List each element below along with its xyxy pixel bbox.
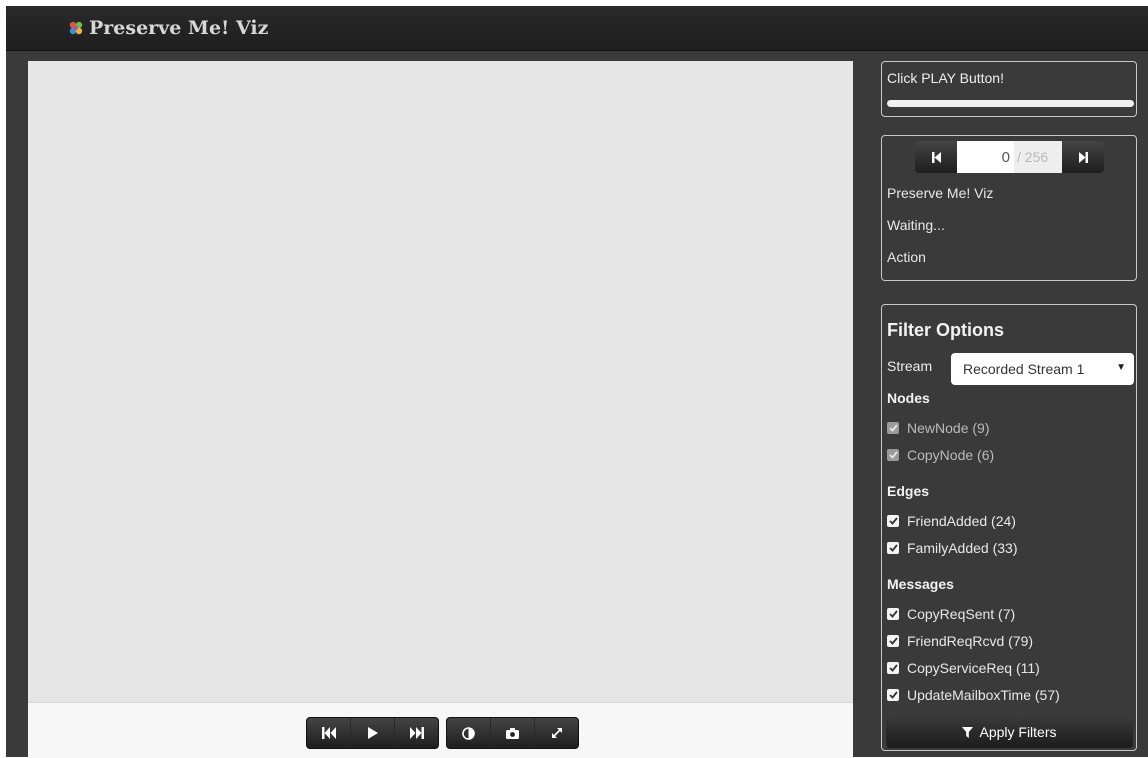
filter-label: CopyReqSent (7) xyxy=(907,606,1016,622)
filter-checkbox-item[interactable]: FriendAdded (24) xyxy=(887,512,1016,530)
checkmark-icon xyxy=(888,637,898,645)
status-message: Click PLAY Button! xyxy=(887,70,1004,86)
brand[interactable]: Preserve Me! Viz xyxy=(67,15,268,41)
section-edges: Edges xyxy=(887,483,930,499)
skip-to-start-button[interactable] xyxy=(307,718,350,748)
app-title: Preserve Me! Viz xyxy=(89,17,269,39)
filter-checkbox-item[interactable]: CopyServiceReq (11) xyxy=(887,659,1040,677)
checkbox[interactable] xyxy=(887,515,899,527)
filter-label: UpdateMailboxTime (57) xyxy=(907,687,1060,703)
step-navigator: / 256 xyxy=(915,141,1104,173)
filter-checkbox-item[interactable]: FriendReqRcvd (79) xyxy=(887,632,1033,650)
checkmark-icon xyxy=(888,424,898,432)
skip-to-end-icon xyxy=(409,727,424,739)
navbar: Preserve Me! Viz xyxy=(6,6,1148,51)
view-button-group xyxy=(446,717,579,749)
fullscreen-button[interactable] xyxy=(534,718,578,748)
screenshot-button[interactable] xyxy=(490,718,534,748)
playback-controls-bar xyxy=(28,702,853,758)
checkmark-icon xyxy=(888,451,898,459)
filter-checkbox-item: CopyNode (6) xyxy=(887,446,994,464)
stream-label: Stream xyxy=(887,358,933,374)
camera-icon xyxy=(506,727,519,739)
visualization-canvas[interactable] xyxy=(28,61,853,702)
checkmark-icon xyxy=(888,664,898,672)
filter-panel: Filter Options Stream Recorded Stream 1 … xyxy=(881,304,1137,751)
step-forward-button[interactable] xyxy=(1062,141,1104,173)
skip-to-start-icon xyxy=(321,727,336,739)
filter-checkbox-item[interactable]: CopyReqSent (7) xyxy=(887,605,1015,623)
playback-button-group xyxy=(306,717,439,749)
fullscreen-icon xyxy=(551,728,562,738)
stream-select[interactable]: Recorded Stream 1 ▼ xyxy=(951,353,1134,385)
filter-label: FriendAdded (24) xyxy=(907,513,1016,529)
contrast-icon xyxy=(462,726,475,740)
step-forward-icon xyxy=(1078,151,1088,163)
apply-filters-button[interactable]: Apply Filters xyxy=(886,716,1133,748)
app-window: Preserve Me! Viz Click PLAY Button! 0 / … xyxy=(6,6,1148,758)
status-panel: Click PLAY Button! xyxy=(881,61,1137,117)
section-messages: Messages xyxy=(887,576,954,592)
play-button[interactable] xyxy=(350,718,394,748)
info-state: Waiting... xyxy=(887,217,945,233)
filter-checkbox-item[interactable]: UpdateMailboxTime (57) xyxy=(887,686,1060,704)
filter-label: CopyServiceReq (11) xyxy=(907,660,1040,676)
checkbox[interactable] xyxy=(887,608,899,620)
step-panel: / 256 Preserve Me! Viz Waiting... Action xyxy=(881,135,1137,281)
filter-label: FamilyAdded (33) xyxy=(907,540,1018,556)
step-back-icon xyxy=(931,151,941,163)
stream-select-value: Recorded Stream 1 xyxy=(963,361,1085,377)
checkmark-icon xyxy=(888,517,898,525)
filter-label: FriendReqRcvd (79) xyxy=(907,633,1034,649)
flower-logo-icon xyxy=(67,19,85,37)
checkbox xyxy=(887,449,899,461)
checkmark-icon xyxy=(888,544,898,552)
step-total: / 256 xyxy=(1014,141,1062,173)
step-input-group: / 256 xyxy=(957,141,1062,173)
skip-to-end-button[interactable] xyxy=(394,718,438,748)
checkbox[interactable] xyxy=(887,635,899,647)
checkmark-icon xyxy=(888,691,898,699)
contrast-button[interactable] xyxy=(447,718,490,748)
checkmark-icon xyxy=(888,610,898,618)
apply-filters-label: Apply Filters xyxy=(979,724,1057,740)
step-input[interactable] xyxy=(957,141,1014,173)
caret-down-icon: ▼ xyxy=(1116,362,1126,373)
filter-checkbox-item[interactable]: FamilyAdded (33) xyxy=(887,539,1018,557)
info-title: Preserve Me! Viz xyxy=(887,185,994,201)
section-nodes: Nodes xyxy=(887,390,930,406)
checkbox[interactable] xyxy=(887,542,899,554)
step-back-button[interactable] xyxy=(915,141,957,173)
checkbox[interactable] xyxy=(887,662,899,674)
checkbox[interactable] xyxy=(887,689,899,701)
info-action: Action xyxy=(887,249,926,265)
funnel-icon xyxy=(962,726,974,738)
filter-title: Filter Options xyxy=(887,320,1004,340)
filter-checkbox-item: NewNode (9) xyxy=(887,419,989,437)
progress-bar xyxy=(887,100,1134,107)
checkbox xyxy=(887,422,899,434)
filter-label: NewNode (9) xyxy=(907,420,990,436)
filter-label: CopyNode (6) xyxy=(907,447,995,463)
play-icon xyxy=(367,727,378,739)
